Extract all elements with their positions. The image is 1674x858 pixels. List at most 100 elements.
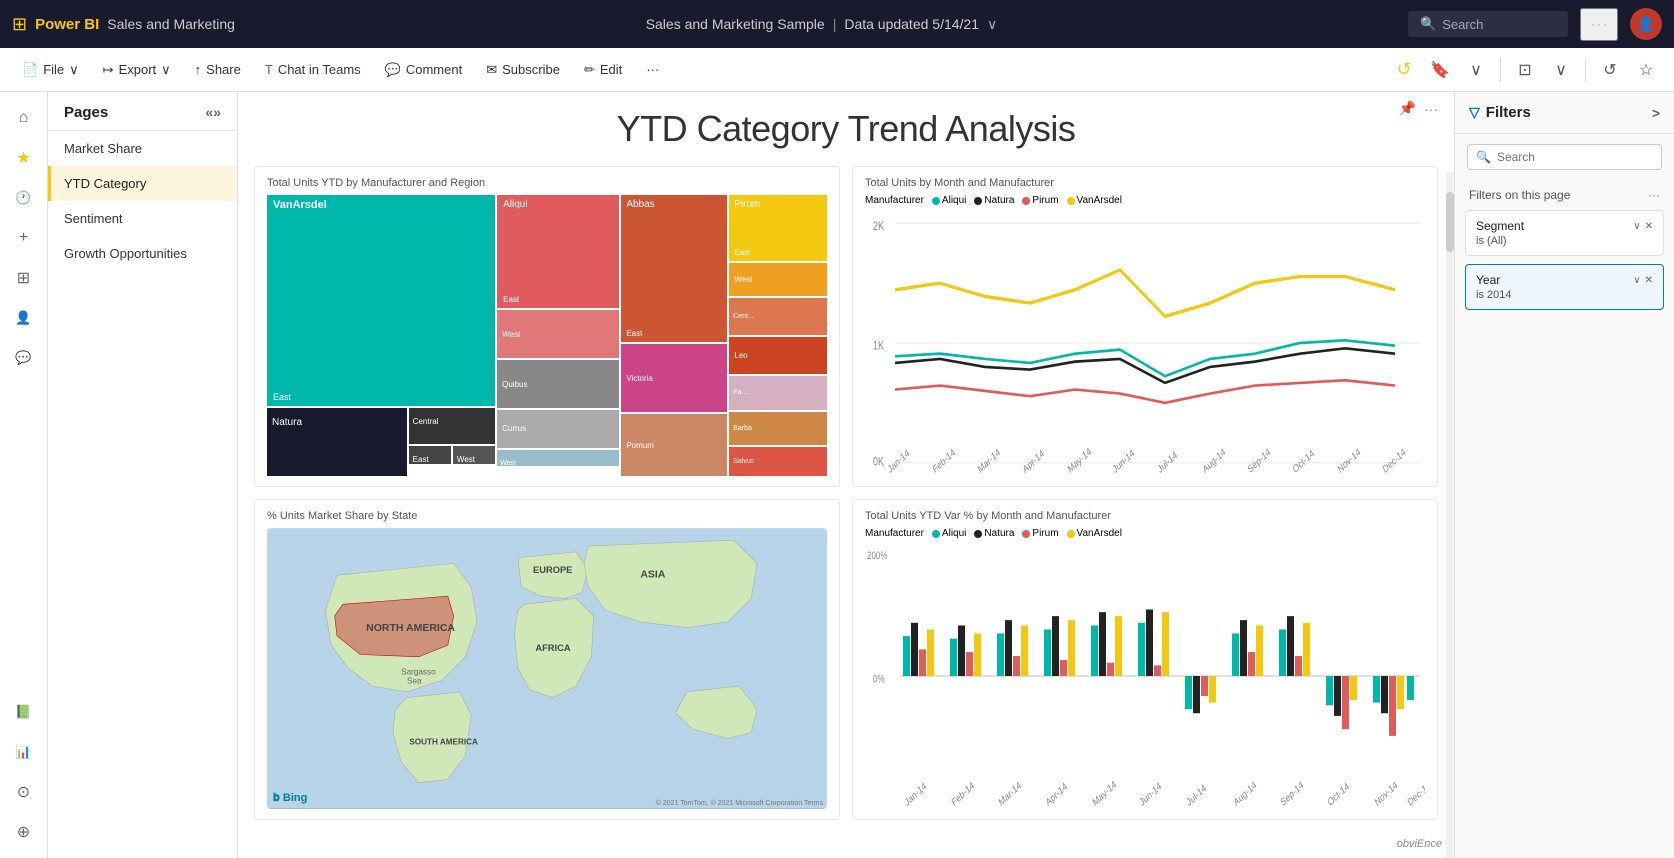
svg-text:Jun-14: Jun-14 [1111, 446, 1136, 475]
treemap-cell-west2[interactable]: West [497, 450, 619, 466]
page-item-ytd-category[interactable]: YTD Category [48, 166, 237, 201]
avatar[interactable]: 👤 [1630, 8, 1662, 40]
treemap-cell-fa[interactable]: Fa... [729, 376, 827, 409]
chat-teams-button[interactable]: T Chat in Teams [255, 57, 371, 82]
treemap-cell-aliqui-east[interactable]: Aliqui East [497, 195, 619, 308]
nav-learn[interactable]: 📗 [6, 694, 42, 730]
bar-legend-natura: Natura [974, 528, 1014, 539]
page-item-growth-opportunities[interactable]: Growth Opportunities [48, 236, 237, 271]
top-bar: ⊞ Power BI Sales and Marketing Sales and… [0, 0, 1674, 48]
filter-year-icons: ∨ ✕ [1633, 275, 1653, 286]
legend-vanarsdel: VanArsdel [1067, 195, 1122, 206]
view-button[interactable]: ⊡ [1509, 54, 1541, 86]
treemap-cell-vanarsdel-east[interactable]: VanArsdel East [267, 195, 495, 406]
page-item-sentiment[interactable]: Sentiment [48, 201, 237, 236]
treemap-cell-east[interactable]: East [409, 446, 451, 464]
treemap-cell-aliqui-west[interactable]: West [497, 310, 619, 358]
refresh-button[interactable]: ↺ [1388, 54, 1420, 86]
star-button[interactable]: ☆ [1630, 54, 1662, 86]
nav-home[interactable]: ⌂ [6, 100, 42, 136]
pages-collapse-button[interactable]: «» [201, 102, 225, 122]
bookmark-button[interactable]: 🔖 [1424, 54, 1456, 86]
svg-text:May-14: May-14 [1066, 445, 1093, 476]
nav-messages[interactable]: 💬 [6, 340, 42, 376]
scrollbar-thumb[interactable] [1446, 192, 1454, 252]
treemap-cell-abbas[interactable]: Abbas East [621, 195, 727, 342]
nav-recent[interactable]: 🕐 [6, 180, 42, 216]
treemap-body[interactable]: VanArsdel East Natura Centra [267, 195, 827, 476]
treemap-cell-west3[interactable]: West [729, 263, 827, 296]
filter-year-chevron[interactable]: ∨ [1633, 275, 1640, 286]
canvas-more-button[interactable]: ··· [1424, 101, 1438, 117]
svg-text:Dec-14: Dec-14 [1406, 778, 1425, 808]
filter-card-segment[interactable]: Segment ∨ ✕ is (All) [1465, 210, 1664, 256]
treemap-cell-currus[interactable]: Currus [497, 410, 619, 448]
content-scrollbar[interactable] [1446, 172, 1454, 858]
global-search-box[interactable]: 🔍 Search [1408, 11, 1568, 37]
comment-button[interactable]: 💬 Comment [375, 57, 473, 83]
export-button[interactable]: ↦ Export ∨ [93, 57, 181, 83]
nav-apps[interactable]: ⊞ [6, 260, 42, 296]
filter-card-year[interactable]: Year ∨ ✕ is 2014 [1465, 264, 1664, 310]
filters-section-more[interactable]: ··· [1648, 188, 1660, 202]
filter-segment-value: is (All) [1476, 235, 1653, 247]
bar-chart-body[interactable]: 200% 0% [865, 543, 1425, 809]
treemap-cell-west-small[interactable]: West [453, 446, 495, 464]
treemap-cell-quibus[interactable]: Quibus [497, 360, 619, 408]
nav-external[interactable]: ⊕ [6, 814, 42, 850]
edit-button[interactable]: ✏ Edit [574, 57, 632, 83]
nav-people[interactable]: 👤 [6, 300, 42, 336]
filters-expand-button[interactable]: > [1652, 105, 1660, 121]
legend-natura: Natura [974, 195, 1014, 206]
treemap-cell-central[interactable]: Central [409, 408, 495, 444]
report-canvas: 📌 ··· YTD Category Trend Analysis Total … [238, 92, 1454, 858]
filter-year-clear[interactable]: ✕ [1645, 275, 1653, 286]
map-body[interactable]: NORTH AMERICA EUROPE ASIA AFRICA SOUTH A… [267, 528, 827, 809]
svg-text:Mar-14: Mar-14 [976, 446, 1002, 476]
line-chart-svg: 2K 1K 0K [865, 210, 1425, 476]
line-legend-manufacturer-label: Manufacturer [865, 195, 924, 206]
treemap-cell-natura[interactable]: Natura [267, 408, 407, 476]
filters-search-input[interactable] [1497, 150, 1653, 164]
nav-reports[interactable]: 📊 [6, 734, 42, 770]
nav-favorites[interactable]: ★ [6, 140, 42, 176]
subscribe-icon: ✉ [486, 62, 497, 78]
page-item-market-share[interactable]: Market Share [48, 131, 237, 166]
filters-search-box[interactable]: 🔍 [1467, 144, 1662, 170]
view-chevron-button[interactable]: ∨ [1545, 54, 1577, 86]
subscribe-button[interactable]: ✉ Subscribe [476, 57, 570, 83]
treemap-cell-cent[interactable]: Cent... [729, 298, 827, 335]
nav-dataflows[interactable]: ⊙ [6, 774, 42, 810]
line-chart-body[interactable]: 2K 1K 0K [865, 210, 1425, 476]
map-container[interactable]: NORTH AMERICA EUROPE ASIA AFRICA SOUTH A… [267, 528, 827, 809]
bookmark-chevron-button[interactable]: ∨ [1460, 54, 1492, 86]
svg-text:0K: 0K [873, 455, 884, 469]
bar-legend-aliqui: Aliqui [932, 528, 966, 539]
map-copyright: © 2021 TomTom, © 2021 Microsoft Corporat… [656, 800, 823, 807]
filters-header: ▽ Filters > [1455, 92, 1674, 134]
treemap-cell-pirum[interactable]: Pirum East [729, 195, 827, 261]
svg-text:2K: 2K [873, 220, 884, 234]
treemap-cell-salvus[interactable]: Salvus [729, 447, 827, 476]
treemap-cell-victoria[interactable]: Victoria [621, 344, 727, 413]
line-chart-panel: Total Units by Month and Manufacturer Ma… [852, 166, 1438, 487]
nav-create[interactable]: + [6, 220, 42, 256]
pin-icon[interactable]: 📌 [1399, 100, 1416, 117]
file-button[interactable]: 📄 File ∨ [12, 57, 89, 83]
share-icon: ↑ [195, 62, 202, 77]
share-button[interactable]: ↑ Share [185, 57, 251, 82]
filter-segment-chevron[interactable]: ∨ [1633, 221, 1640, 232]
treemap-cell-barba[interactable]: Barba [729, 412, 827, 445]
treemap-cell-leo[interactable]: Leo [729, 337, 827, 374]
reset-button[interactable]: ↺ [1594, 54, 1626, 86]
chevron-down-icon[interactable]: ∨ [987, 16, 997, 33]
report-page-title: YTD Category Trend Analysis [254, 108, 1438, 150]
toolbar-more-button[interactable]: ··· [636, 57, 669, 82]
more-button[interactable]: ··· [1580, 8, 1618, 41]
treemap-title: Total Units YTD by Manufacturer and Regi… [267, 177, 827, 189]
grid-icon[interactable]: ⊞ [12, 14, 27, 35]
filter-card-year-header: Year ∨ ✕ [1476, 273, 1653, 287]
filter-segment-clear[interactable]: ✕ [1645, 221, 1653, 232]
treemap-cell-pomum[interactable]: Pomum [621, 414, 727, 476]
filters-panel: ▽ Filters > 🔍 Filters on this page ··· S… [1454, 92, 1674, 858]
